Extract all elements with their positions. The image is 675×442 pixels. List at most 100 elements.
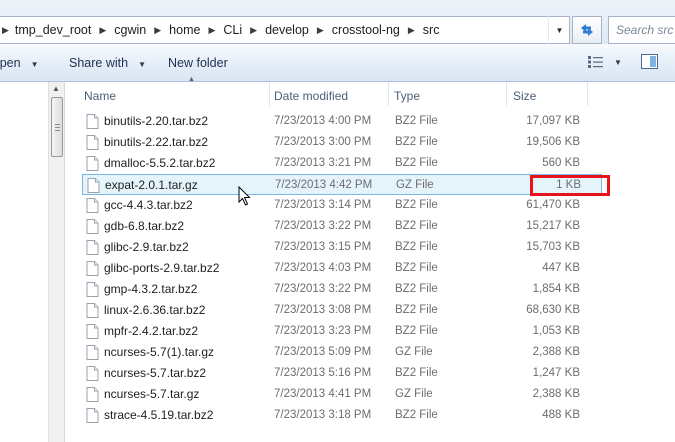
column-header-date[interactable]: Date modified <box>274 82 392 106</box>
breadcrumb-tmp-dev-root[interactable]: tmp_dev_root <box>15 23 91 37</box>
breadcrumb-separator-icon[interactable]: ▶ <box>208 25 215 36</box>
breadcrumb-separator-icon[interactable]: ▶ <box>250 25 257 36</box>
file-icon <box>86 114 99 129</box>
file-row[interactable]: binutils-2.22.tar.bz2 7/23/2013 3:00 PM BZ… <box>82 132 602 153</box>
file-name: expat-2.0.1.tar.gz <box>105 178 198 192</box>
column-header-name-label: Name <box>84 89 117 103</box>
breadcrumb-expand-icon[interactable]: ▶ <box>2 25 9 36</box>
file-date-modified: 7/23/2013 3:14 PM <box>274 199 372 211</box>
open-button[interactable]: Open ▼ <box>0 56 39 70</box>
file-size: 17,097 KB <box>526 115 580 127</box>
file-icon <box>86 345 99 360</box>
file-icon <box>86 324 99 339</box>
column-divider[interactable] <box>506 82 507 106</box>
file-type: BZ2 File <box>395 262 438 274</box>
address-bar[interactable]: ▶ tmp_dev_root ▶ cgwin ▶ home ▶ CLi ▶ de… <box>0 16 570 44</box>
breadcrumb-crosstool-ng[interactable]: crosstool-ng <box>332 23 400 37</box>
file-row[interactable]: linux-2.6.36.tar.bz2 7/23/2013 3:08 PM BZ2… <box>82 300 602 321</box>
column-header-name[interactable]: ▲ Name <box>84 76 270 106</box>
file-date-modified: 7/23/2013 3:00 PM <box>274 136 372 148</box>
file-size: 19,506 KB <box>526 136 580 148</box>
file-row[interactable]: expat-2.0.1.tar.gz 7/23/2013 4:42 PM GZ Fi… <box>82 174 602 195</box>
file-row[interactable]: dmalloc-5.5.2.tar.bz2 7/23/2013 3:21 PM BZ… <box>82 153 602 174</box>
file-row[interactable]: ncurses-5.7.tar.gz 7/23/2013 4:41 PM GZ Fi… <box>82 384 602 405</box>
file-size: 488 KB <box>542 409 580 421</box>
refresh-button[interactable] <box>572 16 602 44</box>
file-type: BZ2 File <box>395 409 438 421</box>
file-name: linux-2.6.36.tar.bz2 <box>104 303 206 317</box>
file-date-modified: 7/23/2013 4:00 PM <box>274 115 372 127</box>
file-row[interactable]: mpfr-2.4.2.tar.bz2 7/23/2013 3:23 PM BZ2 F… <box>82 321 602 342</box>
scrollbar-thumb[interactable] <box>51 97 63 157</box>
column-divider[interactable] <box>388 82 389 106</box>
new-folder-button[interactable]: New folder <box>168 56 228 70</box>
file-size: 15,703 KB <box>526 241 580 253</box>
file-row[interactable]: strace-4.5.19.tar.bz2 7/23/2013 3:18 PM BZ… <box>82 405 602 426</box>
scroll-up-icon[interactable]: ▲ <box>52 84 60 93</box>
thumb-grip-line <box>55 124 60 125</box>
address-history-dropdown[interactable]: ▼ <box>548 16 570 44</box>
thumb-grip-line <box>55 127 60 128</box>
file-name: gcc-4.4.3.tar.bz2 <box>104 198 193 212</box>
file-type: BZ2 File <box>395 283 438 295</box>
file-type: GZ File <box>395 346 433 358</box>
file-date-modified: 7/23/2013 3:18 PM <box>274 409 372 421</box>
breadcrumb-home[interactable]: home <box>169 23 200 37</box>
share-with-button[interactable]: Share with ▼ <box>69 56 146 70</box>
file-date-modified: 7/23/2013 3:08 PM <box>274 304 372 316</box>
search-input[interactable]: Search src <box>608 16 675 44</box>
file-row[interactable]: gmp-4.3.2.tar.bz2 7/23/2013 3:22 PM BZ2 Fi… <box>82 279 602 300</box>
column-header-size[interactable]: Size <box>513 82 587 106</box>
file-row[interactable]: glibc-ports-2.9.tar.bz2 7/23/2013 4:03 PM… <box>82 258 602 279</box>
file-type: BZ2 File <box>395 325 438 337</box>
file-type: BZ2 File <box>395 304 438 316</box>
file-name: binutils-2.20.tar.bz2 <box>104 114 209 128</box>
file-row[interactable]: gdb-6.8.tar.bz2 7/23/2013 3:22 PM BZ2 File… <box>82 216 602 237</box>
file-icon <box>86 387 99 402</box>
file-row[interactable]: gcc-4.4.3.tar.bz2 7/23/2013 3:14 PM BZ2 Fi… <box>82 195 602 216</box>
breadcrumb-separator-icon[interactable]: ▶ <box>317 25 324 36</box>
file-type: BZ2 File <box>395 367 438 379</box>
breadcrumb-separator-icon[interactable]: ▶ <box>154 25 161 36</box>
column-header-type[interactable]: Type <box>394 82 510 106</box>
file-name: strace-4.5.19.tar.bz2 <box>104 408 214 422</box>
breadcrumb-src[interactable]: src <box>423 23 440 37</box>
navigation-pane <box>0 82 48 442</box>
file-name: glibc-ports-2.9.tar.bz2 <box>104 261 220 275</box>
file-type: BZ2 File <box>395 220 438 232</box>
command-bar: Open ▼ Share with ▼ New folder ▼ <box>0 44 675 82</box>
file-size: 2,388 KB <box>532 346 580 358</box>
file-icon <box>86 240 99 255</box>
file-icon <box>86 135 99 150</box>
mouse-cursor-icon <box>238 186 251 206</box>
file-type: BZ2 File <box>395 199 438 211</box>
open-button-label: Open <box>0 56 21 70</box>
file-size: 15,217 KB <box>526 220 580 232</box>
view-options-dropdown-icon[interactable]: ▼ <box>614 58 622 67</box>
navigation-scrollbar[interactable]: ▲ <box>48 82 65 442</box>
file-name: gmp-4.3.2.tar.bz2 <box>104 282 198 296</box>
column-divider[interactable] <box>269 82 270 106</box>
breadcrumb-cgwin[interactable]: cgwin <box>114 23 146 37</box>
new-folder-label: New folder <box>168 56 228 70</box>
file-date-modified: 7/23/2013 5:16 PM <box>274 367 372 379</box>
file-name: glibc-2.9.tar.bz2 <box>104 240 189 254</box>
file-row[interactable]: ncurses-5.7(1).tar.gz 7/23/2013 5:09 PM GZ… <box>82 342 602 363</box>
file-list: ▲ Name Date modified Type Size binutils-… <box>65 76 675 442</box>
file-type: GZ File <box>395 388 433 400</box>
file-row[interactable]: binutils-2.20.tar.bz2 7/23/2013 4:00 PM BZ… <box>82 111 602 132</box>
file-name: ncurses-5.7.tar.gz <box>104 387 200 401</box>
breadcrumb-cli[interactable]: CLi <box>223 23 242 37</box>
view-options-icon[interactable] <box>587 55 605 69</box>
breadcrumb-separator-icon[interactable]: ▶ <box>99 25 106 36</box>
file-row[interactable]: ncurses-5.7.tar.bz2 7/23/2013 5:16 PM BZ2 … <box>82 363 602 384</box>
preview-pane-icon[interactable] <box>640 53 660 71</box>
file-size: 1,247 KB <box>532 367 580 379</box>
file-size: 1,854 KB <box>532 283 580 295</box>
file-row[interactable]: glibc-2.9.tar.bz2 7/23/2013 3:15 PM BZ2 Fi… <box>82 237 602 258</box>
breadcrumb-separator-icon[interactable]: ▶ <box>408 25 415 36</box>
column-divider[interactable] <box>587 82 588 106</box>
file-type: BZ2 File <box>395 157 438 169</box>
breadcrumb-develop[interactable]: develop <box>265 23 309 37</box>
file-size: 560 KB <box>542 157 580 169</box>
